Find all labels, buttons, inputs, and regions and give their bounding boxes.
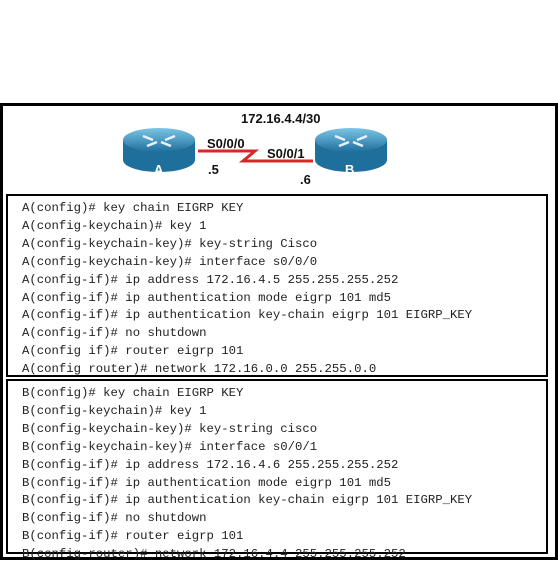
router-a-host: .5 [208, 162, 219, 177]
router-b-label: B [345, 162, 355, 177]
config-line: B(config-keychain-key)# interface s0/0/1 [22, 439, 318, 454]
router-a-label: A [154, 162, 164, 177]
config-line: A(config if)# router eigrp 101 [22, 344, 244, 359]
exhibit-frame: 172.16.4.4/30 A B S0/0/0 S0/0/1 .5 .6 A(… [0, 103, 558, 561]
config-line: A(config-keychain)# key 1 [22, 218, 207, 233]
config-line: B(config-keychain)# key 1 [22, 403, 207, 418]
router-b-host: .6 [300, 172, 311, 187]
config-line: B(config-keychain-key)# key-string cisco [22, 421, 318, 436]
router-b-interface: S0/0/1 [267, 146, 305, 161]
router-a-config: A(config)# key chain EIGRP KEY A(config-… [6, 194, 548, 377]
config-line: A(config-if)# ip authentication key-chai… [22, 308, 473, 323]
router-a-interface: S0/0/0 [207, 136, 245, 151]
config-line: A(config-keychain-key)# key-string Cisco [22, 236, 318, 251]
config-line: B(config)# key chain EIGRP KEY [22, 386, 244, 400]
config-line: B(config-if)# router eigrp 101 [22, 529, 244, 544]
config-line: B(config-if)# ip authentication mode eig… [22, 475, 391, 490]
config-line: A(config)# key chain EIGRP KEY [22, 201, 244, 215]
config-line: B(config-if)# ip address 172.16.4.6 255.… [22, 457, 399, 472]
router-b-config: B(config)# key chain EIGRP KEY B(config-… [6, 379, 548, 561]
config-line: B(config-router)# network 172.16.4.4 255… [22, 547, 406, 562]
config-line: B(config-if)# no shutdown [22, 511, 207, 526]
config-line: A(config router)# network 172.16.0.0 255… [22, 362, 377, 377]
config-line: A(config-if)# no shutdown [22, 326, 207, 341]
config-line: A(config-keychain-key)# interface s0/0/0 [22, 254, 318, 269]
config-line: A(config-if)# ip address 172.16.4.5 255.… [22, 272, 399, 287]
network-topology: 172.16.4.4/30 A B S0/0/0 S0/0/1 .5 .6 [3, 106, 555, 194]
config-line: A(config-if)# ip authentication mode eig… [22, 290, 391, 305]
config-line: B(config-if)# ip authentication key-chai… [22, 493, 473, 508]
